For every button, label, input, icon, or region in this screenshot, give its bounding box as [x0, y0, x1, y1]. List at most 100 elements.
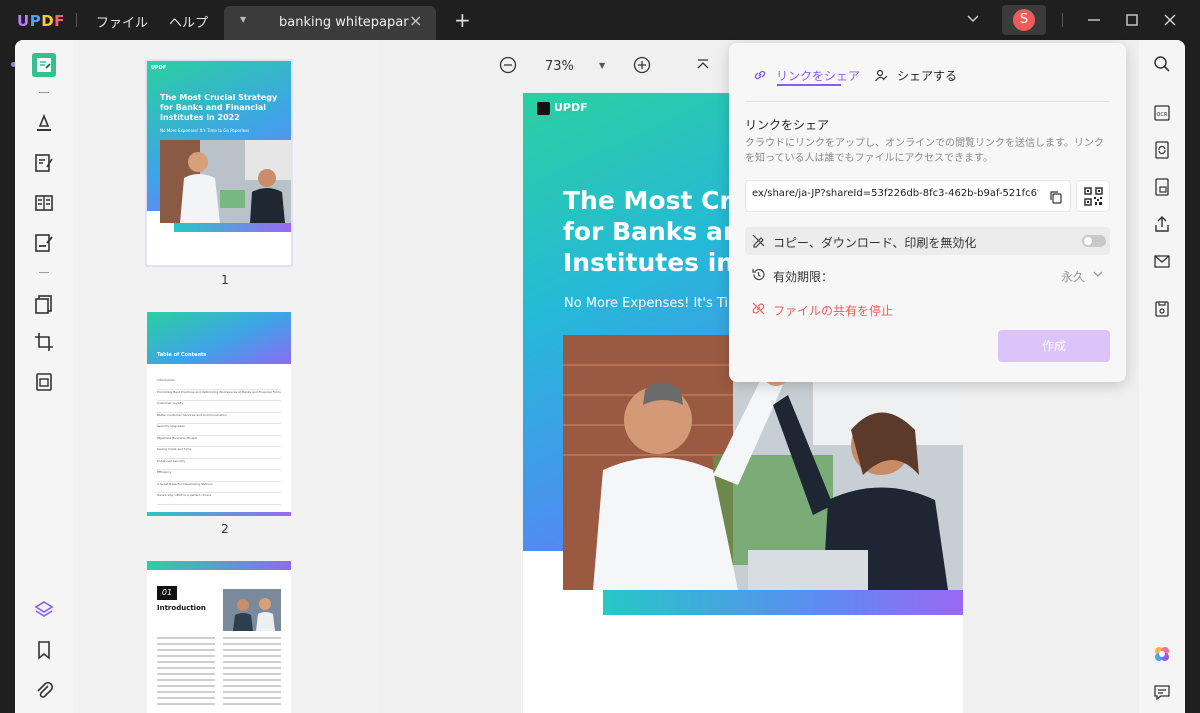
user-share-icon	[875, 69, 888, 82]
fill-sign-icon	[35, 234, 53, 252]
reader-tool[interactable]	[32, 53, 56, 77]
thumb-top-bar	[147, 561, 291, 570]
thumb-toc-row-label: Enhanced Security	[157, 458, 186, 463]
link-icon	[754, 70, 766, 80]
zoom-out-icon[interactable]	[498, 55, 518, 75]
edit-tool[interactable]	[32, 151, 56, 175]
tab-close-icon[interactable]: ×	[409, 11, 422, 30]
share-link-field[interactable]	[752, 188, 1038, 199]
sign-tool[interactable]	[32, 231, 56, 255]
thumb-photo-3	[223, 589, 281, 631]
add-tab-button[interactable]: +	[454, 8, 471, 32]
title-separator	[76, 13, 77, 27]
pen-off-icon	[752, 234, 765, 248]
thumbnail-page-1[interactable]: UPDF The Most Crucial Strategy for Banks…	[147, 61, 291, 265]
convert-tool[interactable]	[32, 370, 56, 394]
layers-icon	[34, 601, 54, 617]
thumb-bar	[174, 223, 291, 232]
bookmark-button[interactable]	[32, 638, 56, 662]
zoom-dropdown-icon[interactable]: ▼	[599, 61, 605, 70]
expiry-label: 有効期限：	[773, 270, 834, 284]
thumb-toc-row-label: Paperless Business Models	[157, 435, 198, 440]
thumb-toc-row-label: Introduction	[157, 378, 176, 382]
thumbnail-page-2[interactable]: Table of Contents Introduction Promoting …	[147, 312, 291, 516]
edit-pdf-icon	[35, 154, 53, 172]
maximize-icon[interactable]	[1122, 10, 1142, 30]
copy-icon[interactable]	[1048, 189, 1064, 205]
thumb-toc-row: Here's why UPDF is a perfect choice	[157, 493, 281, 505]
thumb-photo	[160, 140, 291, 223]
thumb-toc-row-label: Customer Loyalty	[157, 401, 184, 405]
crop-tool[interactable]	[32, 330, 56, 354]
thumb-logo: UPDF	[151, 65, 167, 71]
tool-separator-2	[39, 272, 49, 273]
avatar: S	[1013, 9, 1035, 31]
chevron-down-icon[interactable]	[1092, 268, 1104, 280]
first-page-icon[interactable]	[695, 57, 711, 73]
qr-code-button[interactable]	[1076, 180, 1110, 212]
thumb-toc-row: Customer Loyalty	[157, 401, 281, 413]
thumb-title: The Most Crucial Strategy for Banks and …	[160, 93, 278, 122]
thumb-body-text	[157, 637, 281, 709]
thumb-text-line	[157, 691, 281, 693]
thumb-toc-row: Paperless Business Models	[157, 435, 281, 447]
disable-actions-toggle[interactable]	[1082, 235, 1106, 247]
cover-bottom-bar	[603, 590, 963, 615]
thumb-toc-heading: Table of Contents	[157, 352, 207, 358]
attachment-button[interactable]	[32, 678, 56, 702]
comment-list-icon[interactable]	[1152, 682, 1172, 702]
close-window-icon[interactable]	[1160, 10, 1180, 30]
ocr-icon[interactable]: OCR	[1152, 103, 1172, 123]
comment-tool[interactable]	[32, 111, 56, 135]
expiry-row: 有効期限： 永久	[745, 261, 1110, 289]
thumb-toc-row-label: Better Customer Services and Communicati…	[157, 412, 227, 417]
email-icon[interactable]	[1152, 251, 1172, 271]
minimize-icon[interactable]	[1084, 10, 1104, 30]
thumb-toc-row: Promoting Best Practices and Optimizing …	[157, 390, 281, 401]
thumb-toc-row: Enhanced Security	[157, 458, 281, 470]
protect-icon[interactable]	[1152, 177, 1172, 197]
expiry-select[interactable]: 永久	[1061, 268, 1085, 285]
share-heading: リンクをシェア	[745, 118, 830, 132]
disable-actions-label: コピー、ダウンロード、印刷を無効化	[773, 236, 977, 250]
thumbnail-page-3[interactable]: 01 Introduction	[147, 561, 291, 713]
create-button[interactable]: 作成	[998, 330, 1110, 362]
convert-file-icon[interactable]	[1152, 140, 1172, 160]
tab-share-link[interactable]: リンクをシェア	[753, 67, 860, 86]
thumbnail-page-number-1: 1	[221, 273, 229, 287]
share-link-box	[745, 180, 1071, 212]
tab-share-with[interactable]: シェアする	[874, 67, 957, 84]
title-separator-2	[1062, 13, 1063, 27]
thumb-toc-row-label: Security Upgrades	[157, 424, 185, 428]
save-icon[interactable]	[1152, 299, 1172, 319]
thumb-text-line	[157, 655, 281, 657]
zoom-level[interactable]: 73%	[545, 59, 574, 74]
stop-sharing-row[interactable]: ファイルの共有を停止	[745, 295, 1110, 323]
ai-assistant-icon[interactable]	[1152, 644, 1172, 664]
menu-help[interactable]: ヘルプ	[169, 12, 208, 31]
thumb-toc-row-label: Saving Costs and Time	[157, 447, 192, 451]
tool-rail	[15, 40, 73, 713]
thumbnail-panel: UPDF The Most Crucial Strategy for Banks…	[73, 40, 377, 713]
right-rail: OCR	[1139, 40, 1185, 713]
page-tool[interactable]	[32, 292, 56, 316]
tab-dropdown-icon[interactable]: ▼	[240, 15, 246, 24]
document-tab[interactable]: ▼ banking whitepapar ×	[224, 6, 436, 40]
title-bar: UPDF ファイル ヘルプ ▼ banking whitepapar × + S	[0, 0, 1200, 40]
zoom-in-icon[interactable]	[632, 55, 652, 75]
thumb-chapter-number: 01	[157, 586, 177, 600]
share-icon[interactable]	[1152, 214, 1172, 234]
thumb-text-line	[157, 649, 281, 651]
unlink-icon	[752, 302, 765, 315]
organize-tool[interactable]	[32, 191, 56, 215]
share-popover: リンクをシェア シェアする リンクをシェア クラウドにリンクをアップし、オンライ…	[729, 43, 1126, 382]
pages-icon	[35, 295, 52, 314]
account-button[interactable]: S	[1002, 5, 1046, 35]
chevron-down-icon[interactable]	[966, 12, 980, 26]
page-logo: UPDF	[537, 101, 588, 115]
menu-file[interactable]: ファイル	[96, 12, 148, 31]
thumb-toc-row: Better Customer Services and Communicati…	[157, 412, 281, 424]
history-icon	[752, 268, 765, 281]
layers-button[interactable]	[32, 598, 56, 622]
search-icon[interactable]	[1152, 54, 1172, 74]
